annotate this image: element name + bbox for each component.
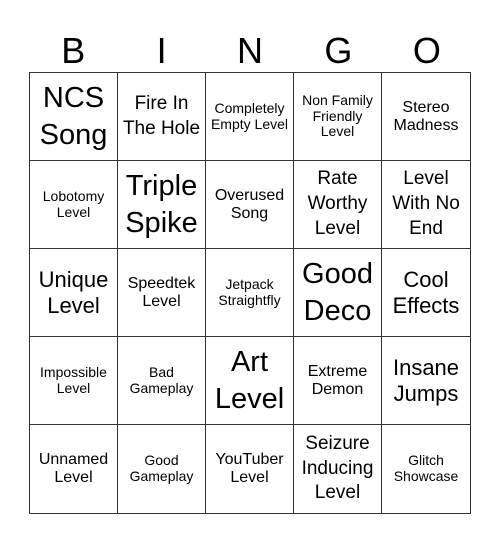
bingo-cell[interactable]: Overused Song	[206, 161, 294, 249]
bingo-cell[interactable]: Stereo Madness	[382, 73, 470, 161]
bingo-cell[interactable]: Jetpack Straightfly	[206, 249, 294, 337]
bingo-cell[interactable]: Art Level	[206, 337, 294, 425]
header-letter-g: G	[324, 30, 353, 71]
header-letter-i: I	[156, 30, 167, 71]
bingo-cell[interactable]: Level With No End	[382, 161, 470, 249]
header-letter-b: B	[61, 30, 86, 71]
bingo-cell[interactable]: Insane Jumps	[382, 337, 470, 425]
bingo-board: NCS Song Fire In The Hole Completely Emp…	[29, 72, 471, 514]
bingo-cell[interactable]: NCS Song	[30, 73, 118, 161]
bingo-cell[interactable]: Good Gameplay	[118, 425, 206, 513]
bingo-cell[interactable]: Non Family Friendly Level	[294, 73, 382, 161]
bingo-header: B I N G O	[29, 30, 471, 72]
bingo-cell[interactable]: Glitch Showcase	[382, 425, 470, 513]
bingo-cell[interactable]: Good Deco	[294, 249, 382, 337]
bingo-cell[interactable]: YouTuber Level	[206, 425, 294, 513]
bingo-cell[interactable]: Triple Spike	[118, 161, 206, 249]
bingo-cell[interactable]: Unnamed Level	[30, 425, 118, 513]
header-letter-n: N	[237, 30, 264, 71]
bingo-cell[interactable]: Unique Level	[30, 249, 118, 337]
bingo-cell[interactable]: Rate Worthy Level	[294, 161, 382, 249]
bingo-cell[interactable]: Extreme Demon	[294, 337, 382, 425]
bingo-cell[interactable]: Fire In The Hole	[118, 73, 206, 161]
bingo-cell[interactable]: Lobotomy Level	[30, 161, 118, 249]
header-letter-o: O	[412, 30, 441, 71]
bingo-cell[interactable]: Seizure Inducing Level	[294, 425, 382, 513]
bingo-cell[interactable]: Bad Gameplay	[118, 337, 206, 425]
bingo-cell[interactable]: Speedtek Level	[118, 249, 206, 337]
bingo-cell[interactable]: Completely Empty Level	[206, 73, 294, 161]
bingo-cell[interactable]: Cool Effects	[382, 249, 470, 337]
bingo-cell[interactable]: Impossible Level	[30, 337, 118, 425]
